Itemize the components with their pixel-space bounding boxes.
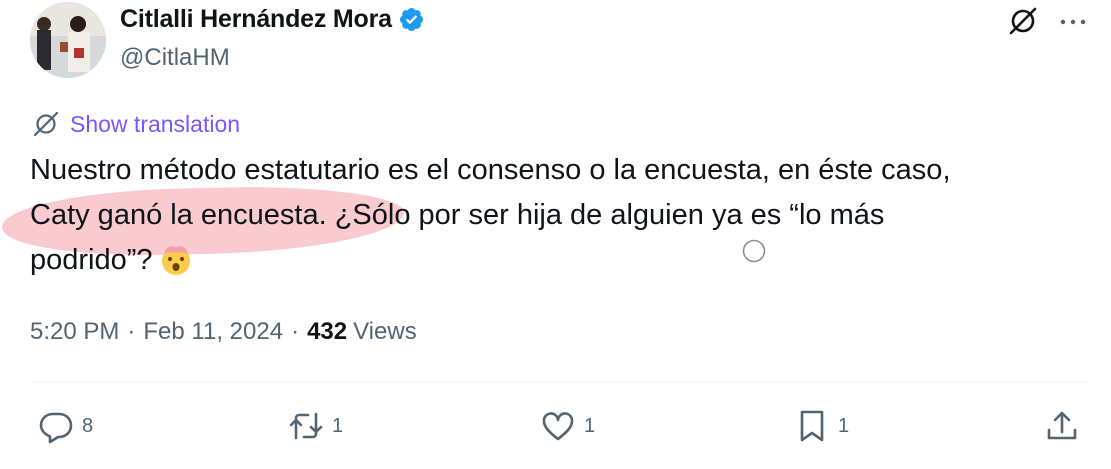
grok-slash-icon[interactable] [1006,4,1040,38]
tweet-line-1: Nuestro método estatutario es el consens… [30,154,951,186]
cursor-ring-icon [742,239,766,263]
show-translation-row[interactable]: Show translation [32,110,240,138]
globe-slash-icon [32,110,60,138]
tweet-meta: 5:20 PM · Feb 11, 2024 · 432 Views [30,318,417,346]
author-name-row[interactable]: Citlalli Hernández Mora [120,5,425,34]
divider [30,381,1090,382]
bookmark-button[interactable]: 1 [794,408,849,444]
share-icon [1047,411,1077,440]
avatar[interactable] [30,2,106,78]
tweet-time[interactable]: 5:20 PM [30,318,119,346]
like-count: 1 [584,414,596,437]
verified-badge-icon [398,6,425,33]
tweet-highlighted-text: Caty ganó la encuesta. [30,199,327,231]
tweet-line-2: Caty ganó la encuesta. ¿Sólo por ser hij… [30,193,1090,238]
heart-icon [542,412,574,441]
reply-icon [39,412,73,444]
reply-count: 8 [82,414,94,437]
reply-button[interactable]: 8 [38,408,93,444]
author-handle[interactable]: @CitlaHM [120,44,230,72]
tweet-line-3: podrido”? [30,238,1090,283]
show-translation-link[interactable]: Show translation [70,111,240,138]
retweet-count: 1 [332,414,344,437]
views-count: 432 [307,318,348,345]
retweet-icon [289,412,323,440]
like-button[interactable]: 1 [540,408,595,444]
tweet-date[interactable]: Feb 11, 2024 [143,318,283,346]
tweet-text: Nuestro método estatutario es el consens… [30,148,1090,283]
author-name[interactable]: Citlalli Hernández Mora [120,5,392,34]
share-button[interactable] [1044,408,1080,444]
tweet-line-2-rest: ¿Sólo por ser hija de alguien ya es “lo … [326,199,885,231]
bookmark-count: 1 [838,414,850,437]
tweet-line-3-text: podrido”? [30,244,153,276]
bookmark-icon [800,410,824,442]
meta-separator: · [127,318,136,345]
meta-separator: · [291,318,300,345]
retweet-button[interactable]: 1 [288,408,343,444]
exploding-head-emoji [159,242,193,276]
more-icon[interactable] [1056,4,1090,38]
views-label: Views [353,318,417,345]
